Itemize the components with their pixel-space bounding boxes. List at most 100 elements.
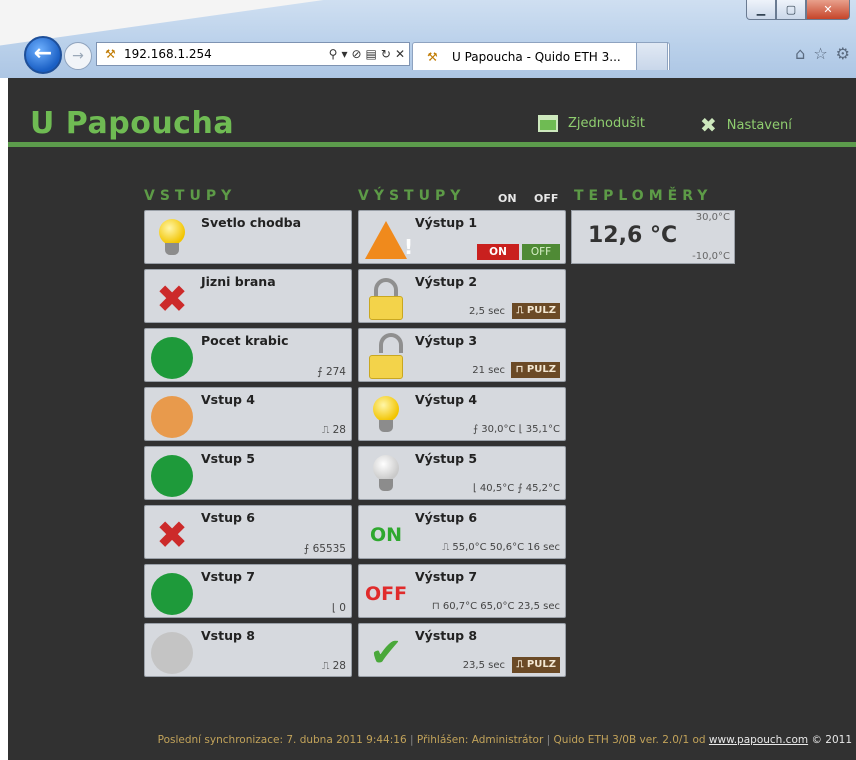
- header-divider: [8, 142, 856, 147]
- settings-label: Nastavení: [726, 117, 792, 133]
- maximize-button[interactable]: ▢: [776, 0, 806, 20]
- output-info: 21 sec: [472, 365, 505, 376]
- input-tile-4[interactable]: Vstup 4 ⎍ 28: [144, 387, 352, 441]
- input-counter: ⌊ 0: [331, 602, 346, 614]
- input-tile-2[interactable]: ✖ Jizni brana: [144, 269, 352, 323]
- input-tile-1[interactable]: Svetlo chodba: [144, 210, 352, 264]
- new-tab-button[interactable]: [636, 42, 668, 70]
- thermometers-heading: TEPLOMĚRY: [574, 188, 713, 204]
- tools-icon: ✖: [700, 113, 717, 137]
- output-name: Výstup 6: [415, 510, 478, 525]
- stop-icon[interactable]: ✕: [395, 47, 405, 61]
- checkmark-icon: ✔: [369, 630, 403, 676]
- output-off-button[interactable]: OFF: [522, 244, 560, 260]
- address-bar[interactable]: ⚒ 192.168.1.254 ⚲ ▾ ⊘ ▤ ↻ ✕: [96, 42, 410, 66]
- output-name: Výstup 1: [415, 215, 478, 230]
- input-name: Jizni brana: [201, 274, 276, 289]
- refresh-icon[interactable]: ↻: [381, 47, 391, 61]
- input-name: Vstup 8: [201, 628, 255, 643]
- browser-toolbar-right: ⌂ ☆ ⚙: [795, 44, 850, 63]
- input-counter: ⨍ 274: [317, 366, 346, 378]
- red-x-icon: ✖: [156, 277, 188, 321]
- gray-dot-icon: [151, 632, 193, 674]
- output-name: Výstup 3: [415, 333, 478, 348]
- device-info: Quido ETH 3/0B ver. 2.0/1 od: [553, 734, 706, 746]
- input-name: Vstup 4: [201, 392, 255, 407]
- input-counter: ⎍ 28: [321, 424, 346, 436]
- dropdown-icon[interactable]: ▾: [341, 47, 347, 61]
- output-info: ⨍ 30,0°C ⌊ 35,1°C: [472, 424, 560, 435]
- tab-active[interactable]: ⚒ U Papoucha - Quido ETH 3... ✕: [412, 42, 670, 70]
- settings-gear-icon[interactable]: ⚙: [836, 44, 850, 63]
- output-tile-2[interactable]: Výstup 2 2,5 sec ⎍ PULZ: [358, 269, 566, 323]
- address-tools: ⚲ ▾ ⊘ ▤ ↻ ✕: [329, 47, 409, 61]
- output-tile-8[interactable]: ✔ Výstup 8 23,5 sec ⎍ PULZ: [358, 623, 566, 677]
- search-icon[interactable]: ⚲: [329, 47, 338, 61]
- input-counter: ⨍ 65535: [303, 543, 346, 555]
- output-tile-7[interactable]: OFF Výstup 7 ⊓ 60,7°C 65,0°C 23,5 sec: [358, 564, 566, 618]
- compat-icon[interactable]: ▤: [366, 47, 377, 61]
- output-tile-6[interactable]: ON Výstup 6 ⎍ 55,0°C 50,6°C 16 sec: [358, 505, 566, 559]
- window-icon: [538, 115, 558, 132]
- on-state-icon: ON: [369, 524, 403, 546]
- green-dot-icon: [151, 455, 193, 497]
- output-name: Výstup 4: [415, 392, 478, 407]
- lightbulb-off-icon: [365, 455, 407, 497]
- input-name: Svetlo chodba: [201, 215, 302, 230]
- thermometer-tile[interactable]: 12,6 °C 30,0°C -10,0°C: [571, 210, 735, 264]
- input-name: Pocet krabic: [201, 333, 289, 348]
- pulse-button[interactable]: ⊓ PULZ: [511, 362, 560, 378]
- minimize-button[interactable]: ▁: [746, 0, 776, 20]
- close-window-button[interactable]: ✕: [806, 0, 850, 20]
- input-tile-6[interactable]: ✖ Vstup 6 ⨍ 65535: [144, 505, 352, 559]
- output-tile-1[interactable]: ! Výstup 1 ON OFF: [358, 210, 566, 264]
- output-tile-5[interactable]: Výstup 5 ⌊ 40,5°C ⨍ 45,2°C: [358, 446, 566, 500]
- input-tile-8[interactable]: Vstup 8 ⎍ 28: [144, 623, 352, 677]
- input-tile-7[interactable]: Vstup 7 ⌊ 0: [144, 564, 352, 618]
- pulse-button[interactable]: ⎍ PULZ: [512, 657, 560, 673]
- back-button[interactable]: ←: [24, 36, 62, 74]
- pulse-button[interactable]: ⎍ PULZ: [512, 303, 560, 319]
- temperature-max: 30,0°C: [695, 212, 730, 223]
- settings-button[interactable]: ✖ Nastavení: [700, 115, 792, 135]
- output-name: Výstup 5: [415, 451, 478, 466]
- output-tile-3[interactable]: Výstup 3 21 sec ⊓ PULZ: [358, 328, 566, 382]
- output-tile-4[interactable]: Výstup 4 ⨍ 30,0°C ⌊ 35,1°C: [358, 387, 566, 441]
- off-state-icon: OFF: [365, 583, 408, 605]
- output-on-button[interactable]: ON: [477, 244, 519, 260]
- output-info: ⌊ 40,5°C ⨍ 45,2°C: [472, 483, 560, 494]
- home-icon[interactable]: ⌂: [795, 44, 805, 63]
- papouch-link[interactable]: www.papouch.com: [709, 734, 808, 746]
- all-on-label[interactable]: ON: [498, 192, 517, 205]
- sync-status: Poslední synchronizace: 7. dubna 2011 9:…: [157, 734, 407, 746]
- web-page: U Papoucha Zjednodušit ✖ Nastavení VSTUP…: [8, 78, 856, 760]
- output-name: Výstup 8: [415, 628, 478, 643]
- simplify-button[interactable]: Zjednodušit: [538, 115, 645, 132]
- browser-chrome: ▁ ▢ ✕ ← → ⚒ 192.168.1.254 ⚲ ▾ ⊘ ▤ ↻ ✕ ⚒ …: [0, 0, 856, 78]
- output-name: Výstup 2: [415, 274, 478, 289]
- address-url[interactable]: 192.168.1.254: [124, 47, 329, 61]
- red-x-icon: ✖: [156, 513, 188, 557]
- block-icon[interactable]: ⊘: [351, 47, 361, 61]
- tab-title: U Papoucha - Quido ETH 3...: [452, 49, 621, 64]
- input-tile-5[interactable]: Vstup 5: [144, 446, 352, 500]
- output-name: Výstup 7: [415, 569, 478, 584]
- footer-separator: |: [409, 734, 414, 746]
- input-name: Vstup 7: [201, 569, 255, 584]
- all-off-label[interactable]: OFF: [534, 192, 558, 205]
- login-status: Přihlášen: Administrátor: [416, 734, 544, 746]
- window-controls: ▁ ▢ ✕: [746, 0, 850, 20]
- lightbulb-on-icon: [151, 219, 193, 261]
- page-title: U Papoucha: [30, 106, 235, 141]
- output-info: 23,5 sec: [462, 660, 505, 671]
- output-info: 2,5 sec: [469, 306, 505, 317]
- outputs-heading: VÝSTUPY: [358, 188, 466, 204]
- orange-dot-icon: [151, 396, 193, 438]
- site-icon: ⚒: [105, 47, 116, 61]
- inputs-heading: VSTUPY: [144, 188, 237, 204]
- input-tile-3[interactable]: Pocet krabic ⨍ 274: [144, 328, 352, 382]
- copyright: © 2011: [811, 734, 852, 746]
- temperature-min: -10,0°C: [692, 251, 730, 262]
- forward-button[interactable]: →: [64, 42, 92, 70]
- favorites-star-icon[interactable]: ☆: [813, 44, 827, 63]
